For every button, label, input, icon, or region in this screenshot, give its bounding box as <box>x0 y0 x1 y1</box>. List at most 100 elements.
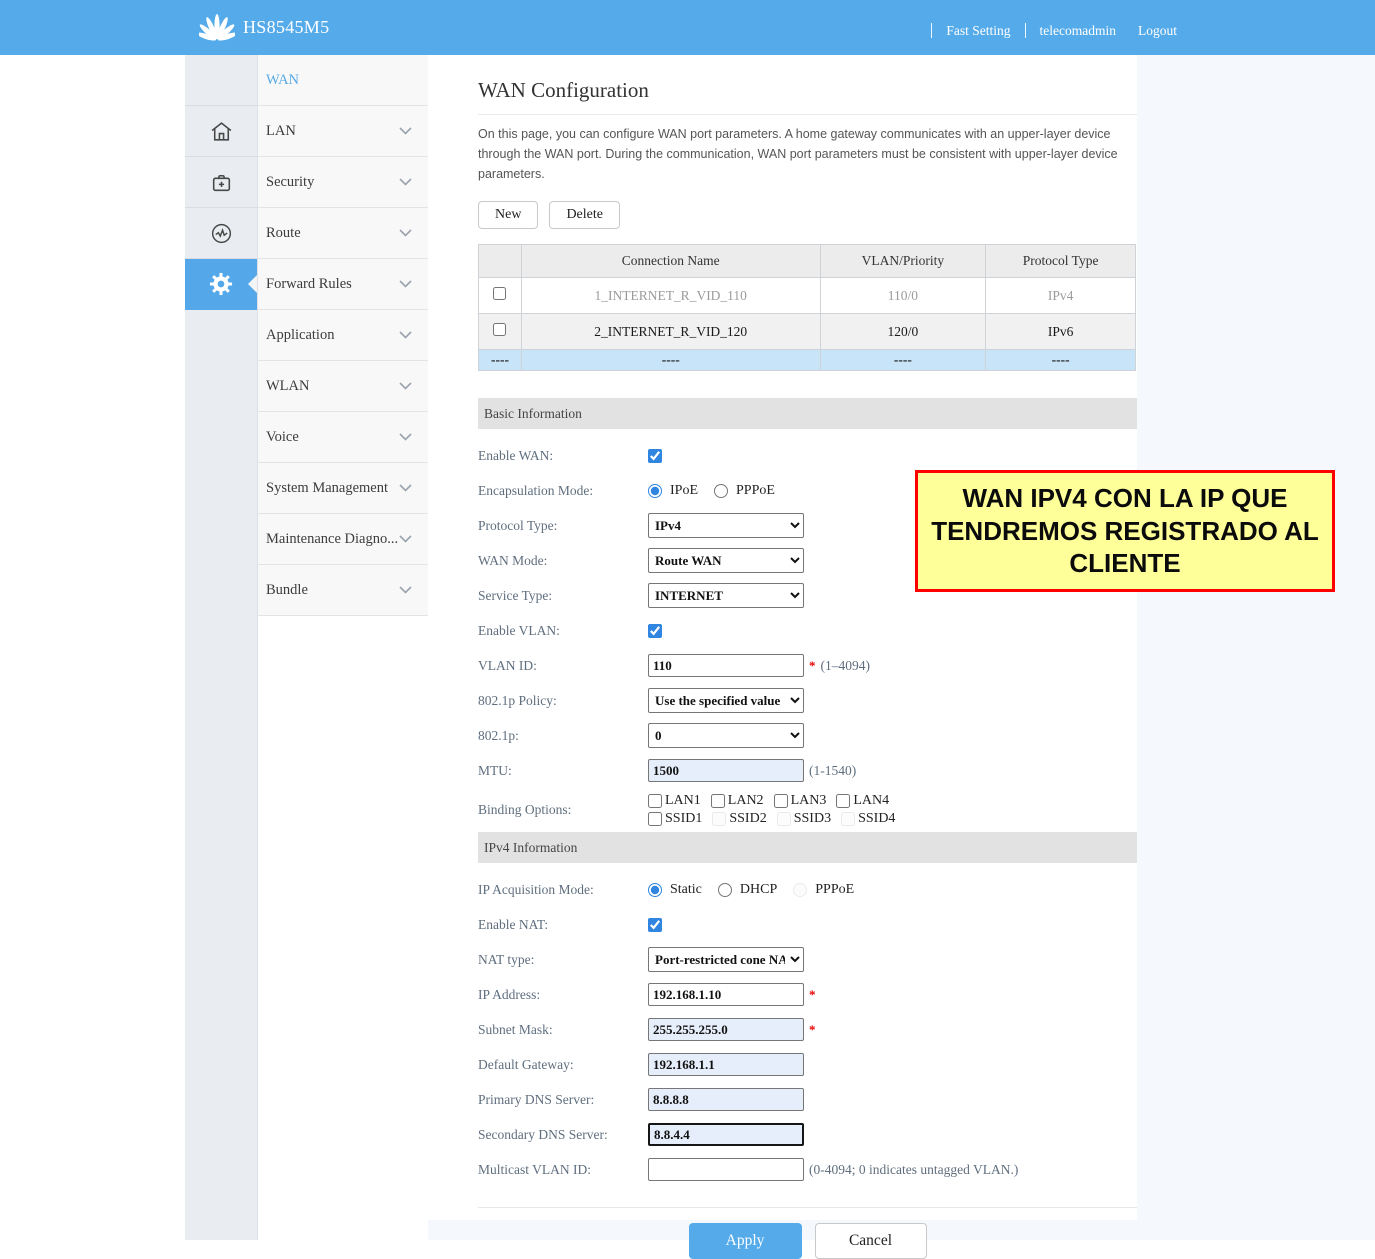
sidebar-item-label: Application <box>266 327 334 344</box>
logged-in-user[interactable]: telecomadmin <box>1040 23 1116 39</box>
rail-item-diagnose[interactable] <box>185 208 257 259</box>
sidebar-item-voice[interactable]: Voice <box>258 412 428 463</box>
annotation-callout: WAN IPV4 CON LA IP QUE TENDREMOS REGISTR… <box>915 470 1335 592</box>
fast-setting-link[interactable]: Fast Setting <box>946 23 1010 39</box>
page-description: On this page, you can configure WAN port… <box>478 124 1137 184</box>
row-select-checkbox[interactable] <box>493 287 506 300</box>
vlan-priority-cell: 120/0 <box>820 314 986 350</box>
sidebar-item-label: Route <box>266 225 301 242</box>
enable-wan-checkbox[interactable] <box>648 449 662 463</box>
lan2-checkbox[interactable] <box>711 794 725 808</box>
checkbox-label: LAN4 <box>853 793 889 809</box>
sidebar-item-system-management[interactable]: System Management <box>258 463 428 514</box>
vlan-id-input[interactable] <box>648 654 804 677</box>
required-asterisk: * <box>809 1022 816 1038</box>
chevron-down-icon <box>399 127 412 135</box>
cancel-button[interactable]: Cancel <box>815 1223 927 1259</box>
service-type-select[interactable]: INTERNET <box>648 583 804 608</box>
ssid4-checkbox <box>841 812 855 826</box>
logout-link[interactable]: Logout <box>1138 23 1177 39</box>
field-label: Binding Options: <box>478 802 648 818</box>
delete-button[interactable]: Delete <box>549 201 620 229</box>
nat-type-select[interactable]: Port-restricted cone NAT <box>648 947 804 972</box>
form-row-default-gateway: Default Gateway: <box>478 1047 1137 1082</box>
new-button[interactable]: New <box>478 201 538 229</box>
settings-gear-icon <box>208 271 234 297</box>
8021p-policy-select[interactable]: Use the specified value <box>648 688 804 713</box>
sidebar-item-application[interactable]: Application <box>258 310 428 361</box>
sidebar-item-route[interactable]: Route <box>258 208 428 259</box>
rail-item-home[interactable] <box>185 106 257 157</box>
lan4-checkbox[interactable] <box>836 794 850 808</box>
radio-label: Static <box>670 882 702 898</box>
sidebar-item-label: LAN <box>266 123 296 140</box>
sidebar-item-maintenance-diagnose[interactable]: Maintenance Diagno... <box>258 514 428 565</box>
brand: HS8545M5 <box>199 0 329 55</box>
sidebar-item-bundle[interactable]: Bundle <box>258 565 428 616</box>
sidebar-item-label: Bundle <box>266 582 308 599</box>
table-row[interactable]: 2_INTERNET_R_VID_120 120/0 IPv6 <box>479 314 1136 350</box>
divider <box>478 1207 1137 1208</box>
checkbox-label: LAN3 <box>791 793 827 809</box>
form-row-binding-options: Binding Options: LAN1 LAN2 LAN3 LAN4 SSI… <box>478 788 1137 832</box>
field-label: Enable WAN: <box>478 448 648 464</box>
enable-nat-checkbox[interactable] <box>648 918 662 932</box>
subnet-mask-input[interactable] <box>648 1018 804 1041</box>
lan1-checkbox[interactable] <box>648 794 662 808</box>
multicast-vlan-input[interactable] <box>648 1158 804 1181</box>
checkbox-label: LAN2 <box>728 793 764 809</box>
wan-mode-select[interactable]: Route WAN <box>648 548 804 573</box>
right-background <box>1137 55 1375 1240</box>
chevron-down-icon <box>399 535 412 543</box>
divider <box>931 23 932 38</box>
field-label: WAN Mode: <box>478 553 648 569</box>
form-row-8021p: 802.1p: 0 <box>478 718 1137 753</box>
8021p-select[interactable]: 0 <box>648 723 804 748</box>
ssid1-checkbox[interactable] <box>648 812 662 826</box>
sidebar-item-security[interactable]: Security <box>258 157 428 208</box>
required-asterisk: * <box>809 987 816 1003</box>
default-gateway-input[interactable] <box>648 1053 804 1076</box>
pppoe-radio[interactable] <box>714 484 728 498</box>
sidebar-item-wlan[interactable]: WLAN <box>258 361 428 412</box>
sidebar-menu: WAN LAN Security Route Forward Rules App… <box>258 55 428 616</box>
huawei-logo-icon <box>199 14 235 42</box>
content-panel: WAN Configuration On this page, you can … <box>428 55 1137 1220</box>
ip-address-input[interactable] <box>648 983 804 1006</box>
field-label: Service Type: <box>478 588 648 604</box>
sidebar-item-forward-rules[interactable]: Forward Rules <box>258 259 428 310</box>
wan-connections-table: Connection Name VLAN/Priority Protocol T… <box>478 244 1136 371</box>
primary-dns-input[interactable] <box>648 1088 804 1111</box>
protocol-type-select[interactable]: IPv4 <box>648 513 804 538</box>
top-links: Fast Setting telecomadmin Logout <box>931 0 1177 55</box>
protocol-type-cell: IPv6 <box>986 314 1136 350</box>
form-row-8021p-policy: 802.1p Policy: Use the specified value <box>478 683 1137 718</box>
ipv4-information-form: IP Acquisition Mode: Static DHCP PPPoE E… <box>478 863 1137 1187</box>
mtu-input[interactable] <box>648 759 804 782</box>
secondary-dns-input[interactable] <box>648 1123 804 1146</box>
radio-label: PPPoE <box>736 483 775 499</box>
connection-name-cell: 2_INTERNET_R_VID_120 <box>521 314 820 350</box>
row-select-checkbox[interactable] <box>493 323 506 336</box>
rail-item-toolkit[interactable] <box>185 157 257 208</box>
rail-item-settings[interactable] <box>185 259 257 310</box>
sidebar-item-lan[interactable]: LAN <box>258 106 428 157</box>
radio-label: DHCP <box>740 882 777 898</box>
device-model-title: HS8545M5 <box>243 17 329 38</box>
table-row-selected[interactable]: ---- ---- ---- ---- <box>479 350 1136 371</box>
form-row-enable-wan: Enable WAN: <box>478 438 1137 473</box>
chevron-down-icon <box>399 229 412 237</box>
apply-button[interactable]: Apply <box>689 1223 802 1259</box>
enable-vlan-checkbox[interactable] <box>648 624 662 638</box>
field-label: VLAN ID: <box>478 658 648 674</box>
row-mark-cell: ---- <box>479 350 522 371</box>
sidebar-item-wan[interactable]: WAN <box>258 55 428 106</box>
sidebar-item-label: Voice <box>266 429 299 446</box>
dhcp-radio[interactable] <box>718 883 732 897</box>
static-radio[interactable] <box>648 883 662 897</box>
protocol-type-header: Protocol Type <box>986 245 1136 278</box>
ipoe-radio[interactable] <box>648 484 662 498</box>
table-row[interactable]: 1_INTERNET_R_VID_110 110/0 IPv4 <box>479 278 1136 314</box>
field-label: IP Address: <box>478 987 648 1003</box>
lan3-checkbox[interactable] <box>774 794 788 808</box>
